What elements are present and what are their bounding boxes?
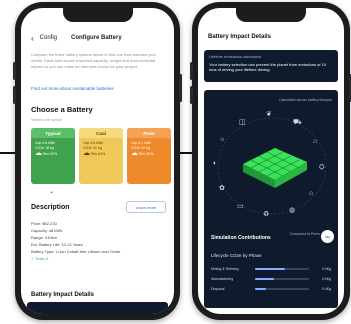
home-icon: ⌂ — [309, 190, 314, 197]
cloud-icon: ☁ — [35, 150, 42, 157]
truck-icon: ⛭ — [319, 164, 325, 171]
description-heading: Description — [31, 204, 70, 211]
spec-item: Battery Type: Li-Ion Cobalt-free Lithium… — [31, 249, 121, 254]
battery-card-coal[interactable]: Coal Cap 4.6 kWh CO2e 31 kg ☁ Rec 61% — [79, 128, 123, 184]
bar-value: 0.4Kg — [321, 277, 331, 281]
battery-card-prem[interactable]: Prem Cap 5.1 kWh CO2e 44 kg ☁ Rec 40% — [127, 128, 171, 184]
summary-heading: Simulation Contributions — [211, 235, 271, 241]
bar-track — [255, 288, 309, 290]
bar-label: Manufacturing — [211, 277, 234, 281]
check-icon: ✓ — [31, 256, 35, 261]
card-title: Typical — [31, 128, 75, 138]
spec-list: Price: $52,230 Capacity: 48 kWh Range: 3… — [31, 220, 164, 262]
info-button[interactable]: Info — [321, 230, 334, 243]
phone-side-button — [190, 62, 193, 80]
card-title: Prem — [127, 128, 171, 138]
battery-card-typical[interactable]: Typical Cap 4.8 kWh CO2e 18 kg ☁ Rec 92% — [31, 128, 75, 184]
bar-label: Mining & Refining — [211, 267, 239, 271]
impact-heading: Battery Impact Details — [31, 292, 95, 298]
impact-panel-preview — [27, 302, 168, 314]
screen-impact: Battery Impact Details Lifetime emission… — [198, 8, 344, 314]
bar-label: Disposal — [211, 287, 225, 291]
impact-bar-row: Manufacturing 0.4Kg — [211, 274, 331, 284]
globe-icon: ◍ — [289, 207, 296, 214]
page-title: Configure Battery — [71, 35, 122, 41]
bar-value: 0.4Kg — [321, 287, 331, 291]
impact-visual-panel: Calculated across battery lifecycle ❦ ⛟ … — [204, 90, 338, 308]
emissions-banner: Lifetime emissions calculated Your batte… — [204, 50, 338, 82]
bar-track — [255, 278, 309, 280]
water-icon: ◐ — [213, 160, 218, 167]
bar-track — [255, 268, 309, 270]
phone-side-button — [190, 86, 193, 104]
spec-item: Est. Battery Life: 10-12 Years — [31, 242, 83, 247]
phone-side-button — [179, 74, 182, 102]
nav-bar: ‹ Config Configure Battery — [31, 30, 164, 46]
chevron-down-icon[interactable]: ⌄ — [49, 188, 54, 195]
factory-icon: ⌂ — [313, 138, 318, 145]
card-line: Rec 92% — [42, 152, 58, 156]
panel-note: Calculated across battery lifecycle — [279, 98, 332, 102]
learn-more-button[interactable]: Learn more — [126, 201, 166, 213]
sun-icon: ☼ — [219, 136, 226, 143]
page-title: Battery Impact Details — [208, 34, 272, 40]
notch — [62, 8, 133, 22]
back-chevron-icon[interactable]: ‹ — [31, 34, 34, 43]
screen-configure: ‹ Config Configure Battery Compare the t… — [21, 8, 174, 314]
spec-ok-label: Toxic-X — [35, 256, 49, 261]
notch — [236, 8, 306, 22]
phone-side-button — [13, 86, 16, 104]
impact-bar-row: Mining & Refining 0.4Kg — [211, 264, 331, 274]
banner-heading: Lifetime emissions calculated — [209, 54, 262, 59]
phone-side-button — [13, 62, 16, 80]
cloud-icon: ☁ — [83, 150, 90, 157]
info-link[interactable]: Find out more about sustainable batterie… — [31, 86, 114, 91]
impact-ring: ❦ ⛟ ⌂ ⛭ ⌂ ◍ ♻ ▭ ✿ ◐ ☼ ◫ — [209, 104, 335, 222]
total-label: Lifecycle CO2e by Phase — [211, 253, 262, 258]
bar-fill — [255, 288, 266, 290]
battery-card-list: Typical Cap 4.8 kWh CO2e 18 kg ☁ Rec 92%… — [31, 128, 174, 184]
spec-item: Range: 310km — [31, 235, 58, 240]
phone-impact: Battery Impact Details Lifetime emission… — [190, 2, 351, 320]
battery-icon: ▭ — [237, 203, 244, 210]
battery-3d-graphic — [217, 117, 327, 215]
bar-fill — [255, 268, 285, 270]
cloud-icon: ☁ — [131, 150, 138, 157]
car-icon: ⛟ — [293, 119, 302, 126]
back-button[interactable]: Config — [40, 35, 57, 41]
summary-note: Compared to Peers — [289, 232, 320, 236]
box-icon: ◫ — [239, 119, 246, 126]
banner-text: Your battery selection can prevent the p… — [209, 62, 327, 72]
leaf-icon: ❦ — [266, 111, 272, 118]
bar-value: 0.4Kg — [321, 267, 331, 271]
spec-item: Price: $52,230 — [31, 221, 57, 226]
phone-configure: ‹ Config Configure Battery Compare the t… — [13, 2, 182, 320]
card-line: Rec 40% — [138, 152, 154, 156]
card-title: Coal — [79, 128, 123, 138]
choose-battery-subtitle: Select one option — [31, 117, 62, 122]
recycle-icon: ♻ — [263, 211, 270, 218]
choose-battery-heading: Choose a Battery — [31, 105, 93, 114]
impact-bar-row: Disposal 0.4Kg — [211, 284, 331, 294]
bar-fill — [255, 278, 274, 280]
plant-icon: ✿ — [219, 185, 225, 192]
intro-text: Compare the three battery options below … — [31, 52, 156, 69]
card-line: Rec 61% — [90, 152, 106, 156]
spec-item: Capacity: 48 kWh — [31, 228, 63, 233]
